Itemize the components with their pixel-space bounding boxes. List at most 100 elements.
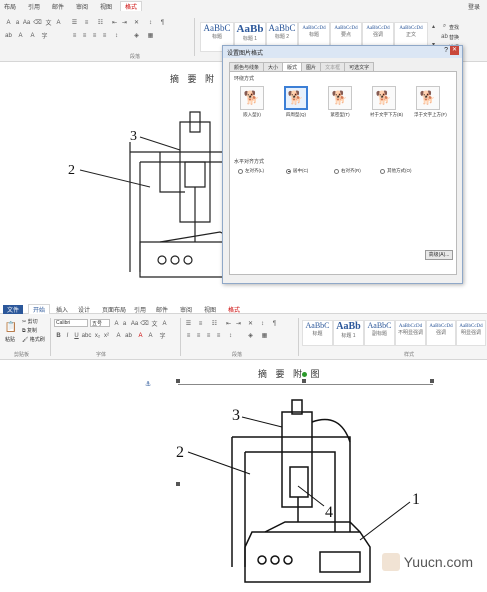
align-center-icon-2[interactable]: ≡: [194, 331, 203, 340]
char-border-icon-2[interactable]: A: [160, 319, 169, 328]
paste-label[interactable]: 粘贴: [5, 336, 15, 343]
wrap-square[interactable]: 🐕 四周型(Q): [282, 86, 310, 118]
style-emphasis-2[interactable]: AaBbCcDd 强调: [426, 320, 456, 346]
advanced-button[interactable]: 高级(A)...: [425, 250, 453, 260]
justify-icon[interactable]: ≡: [100, 31, 109, 40]
chinese-layout-icon-2[interactable]: ✕: [246, 319, 255, 328]
sort-icon-2[interactable]: ↕: [258, 319, 267, 328]
resize-handle-tr[interactable]: [430, 379, 434, 383]
tab-insert[interactable]: 插入: [56, 305, 68, 314]
encircle-icon-2[interactable]: 字: [158, 331, 167, 340]
wrap-tight[interactable]: 🐕 紧密型(T): [326, 86, 354, 118]
style-title-2[interactable]: AaBbC 标题: [302, 320, 333, 346]
italic-icon[interactable]: I: [63, 331, 72, 340]
tab-mailings[interactable]: 邮件: [52, 2, 64, 11]
resize-handle-left[interactable]: [176, 482, 180, 486]
replace-label[interactable]: 替换: [449, 34, 459, 41]
paste-icon[interactable]: 📋: [4, 320, 18, 334]
shading-icon-2[interactable]: A: [146, 331, 155, 340]
tab-page-layout[interactable]: 页面布局: [102, 305, 126, 314]
grow-font-icon[interactable]: A: [4, 18, 13, 27]
borders-icon[interactable]: ▦: [146, 31, 155, 40]
align-left-icon[interactable]: ≡: [70, 31, 79, 40]
align-left-radio[interactable]: 左对齐(L): [238, 168, 264, 174]
align-center-icon[interactable]: ≡: [80, 31, 89, 40]
tab-design[interactable]: 设计: [78, 305, 90, 314]
clear-format-icon[interactable]: ⌫: [33, 18, 42, 27]
close-icon[interactable]: ✕: [450, 46, 459, 55]
multilevel-icon[interactable]: ☷: [96, 18, 105, 27]
bullets-icon-2[interactable]: ☰: [184, 319, 193, 328]
justify-icon-2[interactable]: ≡: [214, 331, 223, 340]
align-left-icon-2[interactable]: ≡: [184, 331, 193, 340]
shrink-font-icon[interactable]: a: [13, 18, 22, 27]
styles-scroll-icon[interactable]: ▴: [429, 22, 438, 31]
multilevel-icon-2[interactable]: ☷: [210, 319, 219, 328]
copy-button[interactable]: ⧉ 复制: [22, 327, 37, 334]
style-subtle-2[interactable]: AaBbCcDd 不明显强调: [395, 320, 426, 346]
tab-review[interactable]: 审阅: [76, 2, 88, 11]
find-icon[interactable]: ⌕: [440, 22, 449, 31]
sort-icon[interactable]: ↕: [146, 18, 155, 27]
char-border-icon[interactable]: A: [54, 18, 63, 27]
bullets-icon[interactable]: ☰: [70, 18, 79, 27]
align-right-icon-2[interactable]: ≡: [204, 331, 213, 340]
chinese-layout-icon[interactable]: ✕: [132, 18, 141, 27]
increase-indent-icon-2[interactable]: ⇥: [234, 319, 243, 328]
shading-icon[interactable]: A: [28, 31, 37, 40]
tab-references[interactable]: 引用: [28, 2, 40, 11]
encircle-icon[interactable]: 字: [40, 31, 49, 40]
underline-icon[interactable]: U: [72, 331, 81, 340]
decrease-indent-icon-2[interactable]: ⇤: [224, 319, 233, 328]
style-subtitle-2[interactable]: AaBbC 副标题: [364, 320, 395, 346]
highlight-icon[interactable]: ab: [4, 31, 13, 40]
replace-icon[interactable]: ab: [440, 32, 449, 41]
align-right-icon[interactable]: ≡: [90, 31, 99, 40]
wrap-front[interactable]: 🐕 浮于文字上方(F): [414, 86, 447, 118]
font-size-select[interactable]: 五号: [90, 319, 110, 327]
show-marks-icon-2[interactable]: ¶: [270, 319, 279, 328]
tab-view-2[interactable]: 视图: [204, 305, 216, 314]
highlight-icon-2[interactable]: ab: [124, 331, 133, 340]
superscript-icon[interactable]: x²: [102, 331, 111, 340]
rotate-handle[interactable]: [302, 372, 307, 377]
fill-icon-2[interactable]: ◈: [246, 331, 255, 340]
align-right-radio[interactable]: 右对齐(R): [334, 168, 361, 174]
align-other-radio[interactable]: 其他方式(O): [380, 168, 412, 174]
show-marks-icon[interactable]: ¶: [158, 18, 167, 27]
fill-icon[interactable]: ◈: [132, 31, 141, 40]
find-label[interactable]: 查找: [449, 24, 459, 31]
tab-file[interactable]: 文件: [3, 305, 24, 314]
line-spacing-icon-2[interactable]: ↕: [226, 331, 235, 340]
tab-view[interactable]: 视图: [100, 2, 112, 11]
tab-home[interactable]: 开始: [28, 304, 51, 314]
align-center-radio[interactable]: 居中(C): [286, 168, 308, 174]
format-painter-button[interactable]: 🖌 格式刷: [22, 336, 45, 343]
change-case-icon[interactable]: Aa: [22, 18, 31, 27]
help-icon[interactable]: ?: [444, 47, 448, 54]
shrink-font-icon-2[interactable]: a: [120, 319, 129, 328]
wrap-inline[interactable]: 🐕 嵌入型(I): [238, 86, 266, 118]
cut-button[interactable]: ✂ 剪切: [22, 318, 38, 325]
tab-format-2[interactable]: 格式: [228, 305, 240, 314]
font-color-icon-2[interactable]: A: [136, 331, 145, 340]
tab-review-2[interactable]: 审阅: [180, 305, 192, 314]
tab-references-2[interactable]: 引用: [134, 305, 146, 314]
bold-icon[interactable]: B: [54, 331, 63, 340]
login-link[interactable]: 登录: [468, 2, 480, 11]
resize-handle-top[interactable]: [302, 379, 306, 383]
change-case-icon-2[interactable]: Aa: [130, 319, 139, 328]
font-name-select[interactable]: Calibri: [54, 319, 88, 327]
clear-format-icon-2[interactable]: ⌫: [140, 319, 149, 328]
borders-icon-2[interactable]: ▦: [260, 331, 269, 340]
increase-indent-icon[interactable]: ⇥: [120, 18, 129, 27]
line-spacing-icon[interactable]: ↕: [112, 31, 121, 40]
text-effects-icon[interactable]: A: [114, 331, 123, 340]
resize-handle-tl[interactable]: [176, 379, 180, 383]
wrap-behind[interactable]: 🐕 衬于文字下方(B): [370, 86, 403, 118]
phonetic-icon[interactable]: 文: [44, 18, 53, 27]
numbering-icon-2[interactable]: ≡: [196, 319, 205, 328]
tab-format[interactable]: 格式: [120, 1, 143, 11]
decrease-indent-icon[interactable]: ⇤: [110, 18, 119, 27]
style-intense-2[interactable]: AaBbCcDd 明显强调: [456, 320, 486, 346]
